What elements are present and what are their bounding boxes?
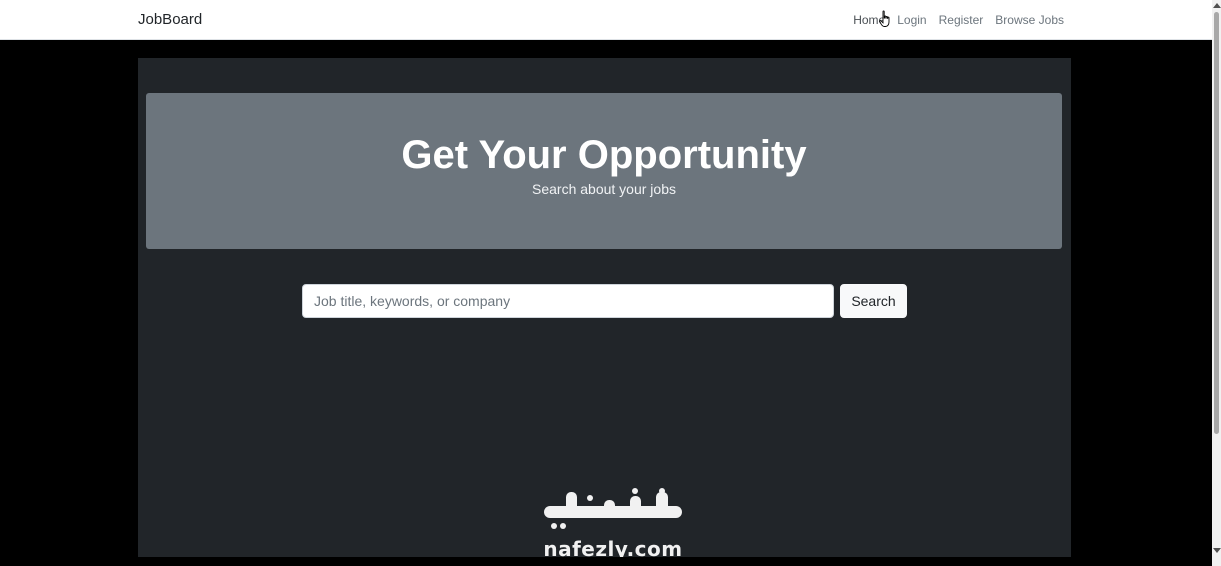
- hero-title: Get Your Opportunity: [401, 133, 807, 177]
- browser-viewport: JobBoard Home Login Register Browse Jobs…: [0, 0, 1212, 557]
- navbar: JobBoard Home Login Register Browse Jobs: [0, 0, 1212, 40]
- nafezly-logo: [544, 488, 682, 529]
- watermark: nafezly.com: [538, 488, 688, 557]
- nav-link-register[interactable]: Register: [939, 13, 984, 27]
- hero-banner: Get Your Opportunity Search about your j…: [146, 93, 1062, 249]
- main-container: Get Your Opportunity Search about your j…: [138, 58, 1071, 557]
- nav-link-login[interactable]: Login: [897, 13, 926, 27]
- scroll-thumb[interactable]: [1214, 12, 1219, 434]
- watermark-domain: nafezly.com: [543, 537, 683, 557]
- search-button[interactable]: Search: [840, 284, 907, 318]
- search-form: Search: [302, 284, 907, 318]
- navbar-brand[interactable]: JobBoard: [138, 11, 202, 28]
- scroll-down-arrow-icon[interactable]: [1213, 548, 1221, 553]
- search-input[interactable]: [302, 284, 834, 318]
- vertical-scrollbar[interactable]: [1212, 0, 1221, 566]
- hero-subtitle: Search about your jobs: [532, 181, 676, 197]
- hand-pointer-icon: [879, 10, 890, 27]
- scroll-up-arrow-icon[interactable]: [1213, 3, 1221, 8]
- nav-link-browse-jobs[interactable]: Browse Jobs: [995, 13, 1064, 27]
